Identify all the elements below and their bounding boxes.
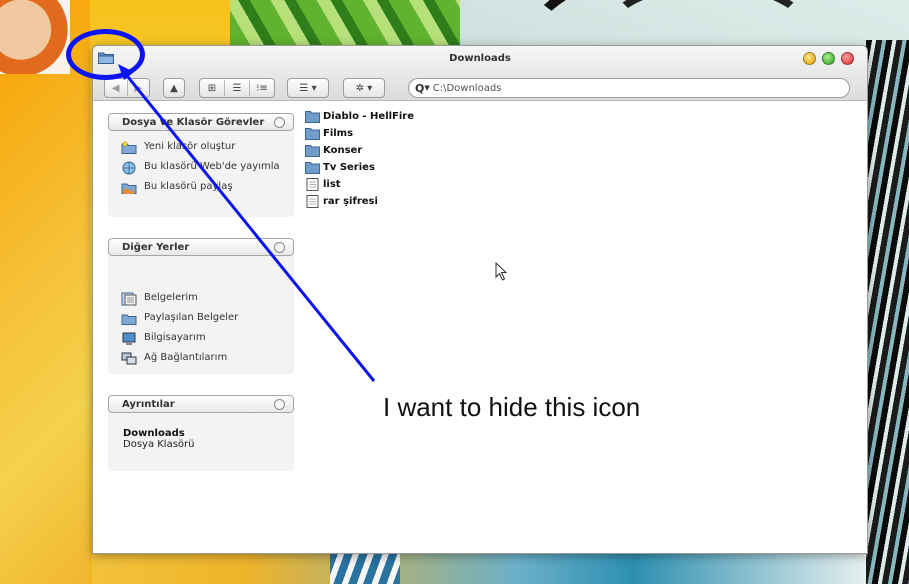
- list-item[interactable]: rar şifresi: [305, 193, 855, 210]
- wallpaper-right-stripes: [866, 40, 909, 584]
- wallpaper-face: [0, 0, 70, 74]
- address-search-box[interactable]: Q ▼: [408, 78, 850, 98]
- window-title: Downloads: [449, 53, 511, 64]
- close-button[interactable]: [841, 52, 854, 65]
- collapse-icon[interactable]: [274, 399, 285, 410]
- list-item[interactable]: Tv Series: [305, 159, 855, 176]
- address-input[interactable]: [432, 82, 833, 94]
- chevron-down-icon: ▾: [367, 82, 373, 94]
- wallpaper-bottom-strip: [92, 552, 866, 584]
- file-name: Films: [323, 128, 354, 139]
- wallpaper-bottom-stripes: [330, 552, 400, 584]
- other-places-panel: Diğer Yerler Belgelerim Paylaşılan Belge…: [108, 238, 294, 374]
- annotation-text: I want to hide this icon: [383, 392, 641, 422]
- task-label: Paylaşılan Belgeler: [144, 312, 239, 323]
- task-sidebar: Dosya ve Klasör Görevler Yeni klasör olu…: [93, 101, 301, 553]
- icon-view-icon[interactable]: ⊞: [200, 83, 224, 94]
- panel-header[interactable]: Dosya ve Klasör Görevler: [108, 113, 294, 131]
- task-label: Bilgisayarım: [144, 332, 206, 343]
- list-item[interactable]: Diablo - HellFire: [305, 108, 855, 125]
- collapse-icon[interactable]: [274, 117, 285, 128]
- file-name: Diablo - HellFire: [323, 111, 415, 122]
- panel-body: Belgelerim Paylaşılan Belgeler Bilgisaya…: [108, 256, 294, 374]
- shared-folder-icon: [121, 314, 137, 325]
- arrange-icon: ☰: [299, 82, 309, 94]
- web-publish-icon: [122, 161, 136, 175]
- panel-header[interactable]: Diğer Yerler: [108, 238, 294, 256]
- file-folder-tasks-panel: Dosya ve Klasör Görevler Yeni klasör olu…: [108, 113, 294, 217]
- panel-title: Diğer Yerler: [122, 242, 190, 253]
- panel-body: Yeni klasör oluştur Bu klasörü Web'de ya…: [108, 131, 294, 217]
- document-icon: [306, 178, 319, 191]
- title-bar[interactable]: Downloads ◀ ▶ ▲ ⊞ ☰ ⁝≡ ☰ ▾ ✲ ▾ Q ▼: [93, 46, 867, 101]
- collapse-icon[interactable]: [274, 242, 285, 253]
- details-panel: Ayrıntılar Downloads Dosya Klasörü: [108, 395, 294, 471]
- task-new-folder[interactable]: Yeni klasör oluştur: [108, 141, 294, 155]
- maximize-button[interactable]: [822, 52, 835, 65]
- network-icon: [121, 352, 137, 365]
- file-name: rar şifresi: [323, 196, 378, 207]
- place-network-connections[interactable]: Ağ Bağlantılarım: [108, 352, 294, 366]
- share-folder-icon: [121, 183, 137, 194]
- task-label: Bu klasörü paylaş: [144, 181, 233, 192]
- new-folder-icon: [121, 141, 137, 154]
- details-name: Downloads: [123, 428, 185, 439]
- wallpaper-green-stripes: [230, 0, 460, 46]
- file-list: Diablo - HellFire Films Konser Tv Series…: [305, 108, 855, 210]
- panel-title: Dosya ve Klasör Görevler: [122, 117, 265, 128]
- gear-icon: ✲: [355, 82, 365, 94]
- chevron-down-icon: ▾: [311, 82, 317, 94]
- list-item[interactable]: Konser: [305, 142, 855, 159]
- list-item[interactable]: list: [305, 176, 855, 193]
- up-arrow-icon: ▲: [170, 82, 178, 94]
- folder-icon: [305, 128, 320, 140]
- view-mode-group: ⊞ ☰ ⁝≡: [199, 78, 275, 98]
- panel-title: Ayrıntılar: [122, 399, 175, 410]
- action-button[interactable]: ✲ ▾: [343, 78, 385, 98]
- back-forward-group: ◀ ▶: [104, 78, 150, 98]
- task-publish-web[interactable]: Bu klasörü Web'de yayımla: [108, 161, 294, 175]
- place-my-documents[interactable]: Belgelerim: [108, 292, 294, 306]
- documents-icon: [121, 292, 137, 306]
- minimize-button[interactable]: [803, 52, 816, 65]
- panel-body: Downloads Dosya Klasörü: [108, 413, 294, 471]
- details-type: Dosya Klasörü: [123, 439, 195, 450]
- annotation-circle: [66, 29, 145, 80]
- panel-header[interactable]: Ayrıntılar: [108, 395, 294, 413]
- computer-icon: [122, 332, 136, 345]
- folder-icon: [305, 111, 320, 123]
- explorer-window: Downloads ◀ ▶ ▲ ⊞ ☰ ⁝≡ ☰ ▾ ✲ ▾ Q ▼ C:\Do…: [92, 45, 868, 554]
- file-name: Konser: [323, 145, 363, 156]
- up-button[interactable]: ▲: [163, 78, 185, 98]
- place-my-computer[interactable]: Bilgisayarım: [108, 332, 294, 346]
- folder-icon: [305, 145, 320, 157]
- file-name: Tv Series: [323, 162, 375, 173]
- forward-arrow-icon[interactable]: ▶: [128, 83, 150, 94]
- task-label: Belgelerim: [144, 292, 198, 303]
- task-label: Yeni klasör oluştur: [144, 141, 236, 152]
- task-label: Bu klasörü Web'de yayımla: [144, 161, 280, 172]
- document-icon: [306, 195, 319, 208]
- task-share-folder[interactable]: Bu klasörü paylaş: [108, 181, 294, 195]
- list-item[interactable]: Films: [305, 125, 855, 142]
- place-shared-documents[interactable]: Paylaşılan Belgeler: [108, 312, 294, 326]
- task-label: Ağ Bağlantılarım: [144, 352, 228, 363]
- mouse-cursor-icon: [495, 262, 508, 281]
- back-arrow-icon[interactable]: ◀: [105, 83, 127, 94]
- search-icon[interactable]: Q: [415, 82, 424, 95]
- file-name: list: [323, 179, 341, 190]
- detail-view-icon[interactable]: ⁝≡: [250, 83, 274, 94]
- chevron-down-icon[interactable]: ▼: [424, 84, 429, 92]
- arrange-button[interactable]: ☰ ▾: [287, 78, 329, 98]
- list-view-icon[interactable]: ☰: [225, 83, 249, 94]
- folder-icon: [305, 162, 320, 174]
